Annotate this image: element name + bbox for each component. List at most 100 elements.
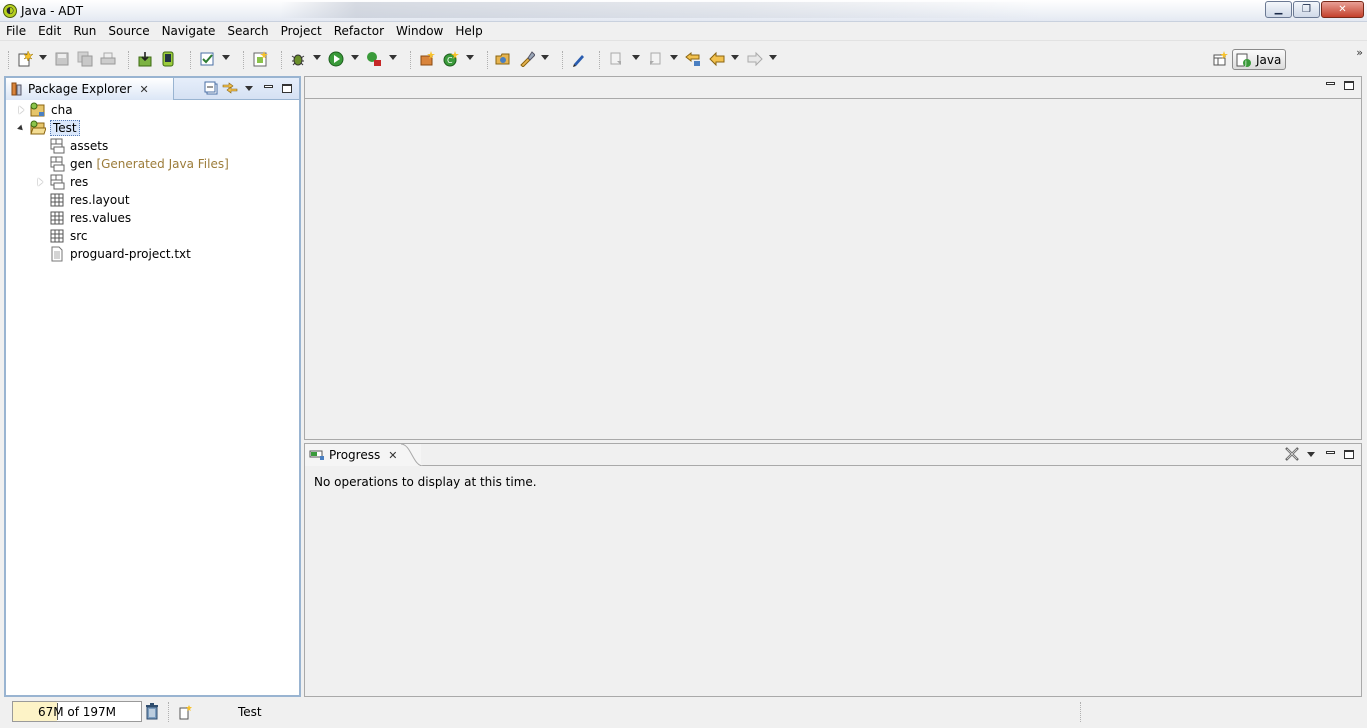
heap-status[interactable]: 67M of 197M xyxy=(12,701,142,722)
tree-item-gen[interactable]: gen [Generated Java Files] xyxy=(6,155,299,173)
tree-item-test[interactable]: Test xyxy=(6,119,299,137)
remove-all-finished-button[interactable] xyxy=(1284,446,1300,462)
new-java-class-button[interactable]: C xyxy=(443,51,459,67)
new-icon xyxy=(179,705,192,720)
toolbar-separator xyxy=(128,51,129,69)
forward-arrow-icon xyxy=(747,51,763,67)
back-arrow-icon xyxy=(709,51,725,67)
new-java-package-button[interactable] xyxy=(419,51,435,67)
menu-file[interactable]: File xyxy=(0,22,32,41)
view-menu-button[interactable] xyxy=(241,80,257,96)
expand-twisty[interactable] xyxy=(16,105,26,115)
tree-item-assets[interactable]: assets xyxy=(6,137,299,155)
run-dropdown-arrow[interactable] xyxy=(351,55,359,60)
menu-refactor[interactable]: Refactor xyxy=(328,22,390,41)
toggle-mark-occurrences-button[interactable] xyxy=(571,51,587,67)
view-menu-button[interactable] xyxy=(1303,446,1319,462)
new-android-xml-button[interactable] xyxy=(252,51,268,67)
link-with-editor-button[interactable] xyxy=(222,80,238,96)
external-tools-button[interactable] xyxy=(366,51,382,67)
new-class-dropdown-arrow[interactable] xyxy=(466,55,474,60)
android-avd-manager-button[interactable] xyxy=(160,51,176,67)
minimize-view-button[interactable] xyxy=(1322,446,1338,462)
menu-project[interactable]: Project xyxy=(275,22,328,41)
minimize-view-button[interactable] xyxy=(260,80,276,96)
minimize-editor-button[interactable] xyxy=(1322,77,1338,93)
close-button[interactable]: ✕ xyxy=(1321,1,1364,18)
run-button[interactable] xyxy=(328,51,344,67)
save-button[interactable] xyxy=(54,51,70,67)
toolbar-more-chevron[interactable]: » xyxy=(1356,46,1363,59)
tree-item-res-values[interactable]: res.values xyxy=(6,209,299,227)
debug-button[interactable] xyxy=(290,51,306,67)
debug-dropdown-arrow[interactable] xyxy=(313,55,321,60)
tree-item-cha[interactable]: cha xyxy=(6,101,299,119)
close-icon[interactable]: ✕ xyxy=(140,83,149,96)
external-tools-dropdown-arrow[interactable] xyxy=(389,55,397,60)
menu-source[interactable]: Source xyxy=(102,22,155,41)
previous-annotation-dropdown-arrow[interactable] xyxy=(670,55,678,60)
adt-app-icon[interactable]: ◐ xyxy=(3,3,17,18)
maximize-editor-button[interactable] xyxy=(1341,77,1357,93)
forward-dropdown-arrow[interactable] xyxy=(769,55,777,60)
save-all-button[interactable] xyxy=(77,51,93,67)
tree-item-proguard[interactable]: proguard-project.txt xyxy=(6,245,299,263)
menu-search[interactable]: Search xyxy=(221,22,274,41)
android-project-icon xyxy=(30,102,46,118)
minimize-icon: ▁ xyxy=(1274,4,1283,15)
next-annotation-dropdown-arrow[interactable] xyxy=(632,55,640,60)
print-button[interactable] xyxy=(100,51,116,67)
open-perspective-button[interactable] xyxy=(1212,51,1228,67)
minimize-button[interactable]: ▁ xyxy=(1265,1,1292,18)
tree-item-res[interactable]: res xyxy=(6,173,299,191)
last-edit-location-button[interactable] xyxy=(685,51,701,67)
search-tool-button[interactable] xyxy=(519,51,535,67)
menu-help[interactable]: Help xyxy=(449,22,488,41)
toolbar-separator xyxy=(562,51,563,69)
menu-navigate[interactable]: Navigate xyxy=(156,22,222,41)
back-button[interactable] xyxy=(709,51,725,67)
collapse-twisty[interactable] xyxy=(16,123,26,133)
open-type-button[interactable] xyxy=(495,51,511,67)
status-new-button[interactable] xyxy=(178,704,194,720)
previous-annotation-button[interactable] xyxy=(647,51,663,67)
run-garbage-collector-button[interactable] xyxy=(145,703,159,720)
java-perspective-button[interactable]: J Java xyxy=(1232,49,1286,70)
tab-package-explorer[interactable]: Package Explorer ✕ xyxy=(6,78,174,100)
editor-area[interactable] xyxy=(304,76,1362,440)
android-sdk-manager-button[interactable] xyxy=(137,51,153,67)
tree-item-name: gen xyxy=(70,157,93,171)
progress-title: Progress xyxy=(329,448,381,462)
tree-item-res-layout[interactable]: res.layout xyxy=(6,191,299,209)
save-all-icon xyxy=(77,51,93,67)
collapse-all-button[interactable] xyxy=(203,80,219,96)
tree-item-src[interactable]: src xyxy=(6,227,299,245)
maximize-button[interactable]: ❐ xyxy=(1293,1,1320,18)
maximize-icon xyxy=(282,83,292,93)
lint-check-button[interactable] xyxy=(200,51,216,67)
expand-twisty[interactable] xyxy=(35,177,45,187)
menu-edit[interactable]: Edit xyxy=(32,22,67,41)
tree-item-label: res.layout xyxy=(70,193,130,207)
forward-button[interactable] xyxy=(747,51,763,67)
menu-run[interactable]: Run xyxy=(67,22,102,41)
back-dropdown-arrow[interactable] xyxy=(731,55,739,60)
new-wizard-button[interactable] xyxy=(17,51,33,67)
search-dropdown-arrow[interactable] xyxy=(541,55,549,60)
svg-text:J: J xyxy=(1244,60,1247,67)
progress-empty-message: No operations to display at this time. xyxy=(314,475,537,489)
title-bar: ◐ Java - ADT ▁ ❐ ✕ xyxy=(0,0,1367,22)
menu-window[interactable]: Window xyxy=(390,22,449,41)
next-annotation-button[interactable] xyxy=(609,51,625,67)
maximize-view-button[interactable] xyxy=(1341,446,1357,462)
toolbar-separator xyxy=(190,51,191,69)
lint-dropdown-arrow[interactable] xyxy=(222,55,230,60)
close-icon[interactable]: ✕ xyxy=(388,449,397,462)
next-annotation-icon xyxy=(610,52,621,65)
maximize-view-button[interactable] xyxy=(279,80,295,96)
folder-package-icon xyxy=(49,156,65,172)
chevron-right-icon xyxy=(37,178,43,186)
new-dropdown-arrow[interactable] xyxy=(39,55,47,60)
flashlight-search-icon xyxy=(520,51,535,67)
minimize-icon xyxy=(263,84,273,88)
